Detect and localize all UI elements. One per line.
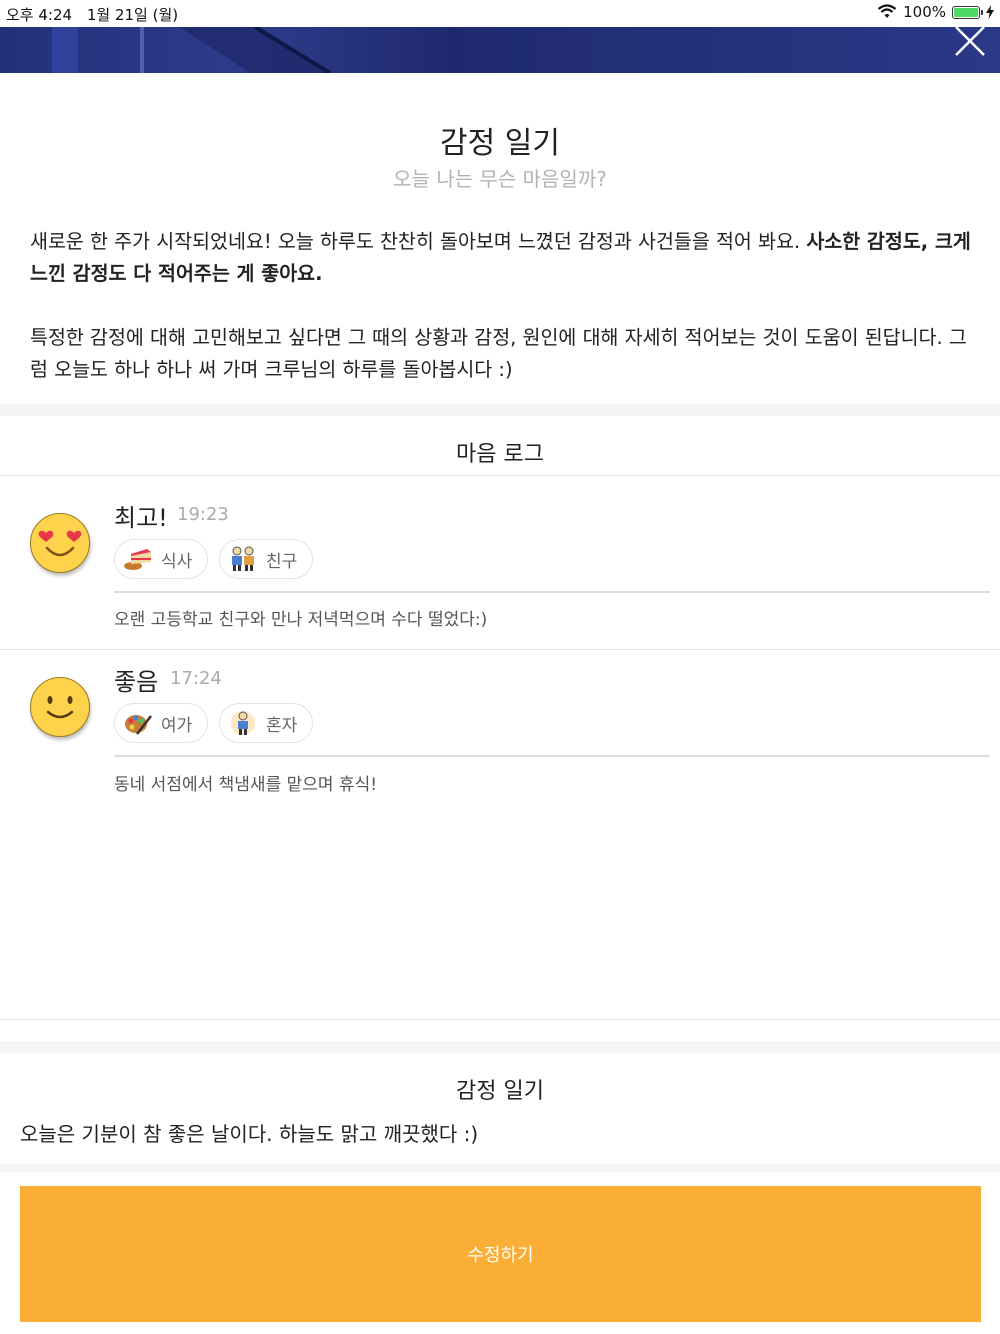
tag-label: 식사 bbox=[161, 551, 193, 572]
tag-label: 여가 bbox=[161, 715, 193, 736]
tag-label: 친구 bbox=[266, 551, 298, 572]
status-time: 오후 4:24 bbox=[6, 6, 73, 24]
entry-note: 동네 서점에서 책냄새를 맡으며 휴식! bbox=[114, 775, 378, 795]
intro-p1-normal: 새로운 한 주가 시작되었네요! 오늘 하루도 찬찬히 돌아보며 느꼈던 감정과… bbox=[30, 230, 807, 253]
banner-pattern bbox=[52, 27, 332, 73]
status-left: 오후 4:24 1월 21일 (월) bbox=[6, 4, 188, 25]
wifi-icon bbox=[877, 4, 897, 18]
diary-text: 오늘은 기분이 참 좋은 날이다. 하늘도 맑고 깨끗했다 :) bbox=[20, 1122, 479, 1146]
section-divider bbox=[0, 1164, 1000, 1172]
header-banner bbox=[0, 27, 1000, 73]
entry-note: 오랜 고등학교 친구와 만나 저녁먹으며 수다 떨었다:) bbox=[114, 610, 488, 630]
palette-icon bbox=[125, 715, 152, 735]
battery-icon bbox=[952, 5, 983, 19]
diary-title: 감정 일기 bbox=[456, 1079, 544, 1104]
tag-meal[interactable]: 식사 bbox=[114, 539, 208, 579]
entry-time: 19:23 bbox=[177, 504, 229, 525]
battery-percent: 100% bbox=[903, 3, 946, 21]
mood-log-title: 마음 로그 bbox=[456, 442, 544, 467]
mood-label: 최고! bbox=[114, 504, 168, 532]
entry-time: 17:24 bbox=[170, 668, 222, 689]
heart-eyes-face-icon bbox=[30, 513, 90, 573]
intro-text: 새로운 한 주가 시작되었네요! 오늘 하루도 찬찬히 돌아보며 느꼈던 감정과… bbox=[30, 226, 975, 418]
status-right: 100% bbox=[877, 3, 994, 21]
divider bbox=[114, 755, 990, 757]
mood-log-entry[interactable]: 최고! 19:23 식사 친구 오랜 고등학교 친구와 만나 저녁먹으며 수다 … bbox=[0, 476, 1000, 648]
mood-log-entry[interactable]: 좋음 17:24 여가 혼자 동네 서점에서 책냄새를 맡으며 휴식! bbox=[0, 650, 1000, 810]
close-button[interactable] bbox=[952, 27, 988, 73]
tag-friend[interactable]: 친구 bbox=[219, 539, 313, 579]
person-icon bbox=[231, 711, 255, 735]
tag-label: 혼자 bbox=[266, 715, 298, 736]
divider bbox=[114, 591, 990, 593]
edit-button[interactable]: 수정하기 bbox=[20, 1186, 981, 1322]
status-date: 1월 21일 (월) bbox=[86, 6, 179, 24]
page-subtitle: 오늘 나는 무슨 마음일까? bbox=[393, 167, 607, 191]
intro-paragraph-1: 새로운 한 주가 시작되었네요! 오늘 하루도 찬찬히 돌아보며 느꼈던 감정과… bbox=[30, 226, 975, 290]
section-divider bbox=[0, 1041, 1000, 1053]
divider bbox=[0, 1019, 1000, 1020]
tag-alone[interactable]: 혼자 bbox=[219, 703, 313, 743]
status-bar: 오후 4:24 1월 21일 (월) 100% bbox=[0, 0, 1000, 27]
close-icon bbox=[955, 27, 985, 56]
tag-leisure[interactable]: 여가 bbox=[114, 703, 208, 743]
friends-icon bbox=[232, 546, 254, 571]
mood-label: 좋음 bbox=[114, 668, 159, 696]
intro-paragraph-2: 특정한 감정에 대해 고민해보고 싶다면 그 때의 상황과 감정, 원인에 대해… bbox=[30, 326, 967, 381]
page-title: 감정 일기 bbox=[440, 126, 560, 161]
cake-bread-icon bbox=[124, 549, 151, 570]
charging-icon bbox=[986, 5, 994, 19]
smile-face-icon bbox=[30, 677, 90, 737]
section-divider bbox=[0, 404, 1000, 416]
